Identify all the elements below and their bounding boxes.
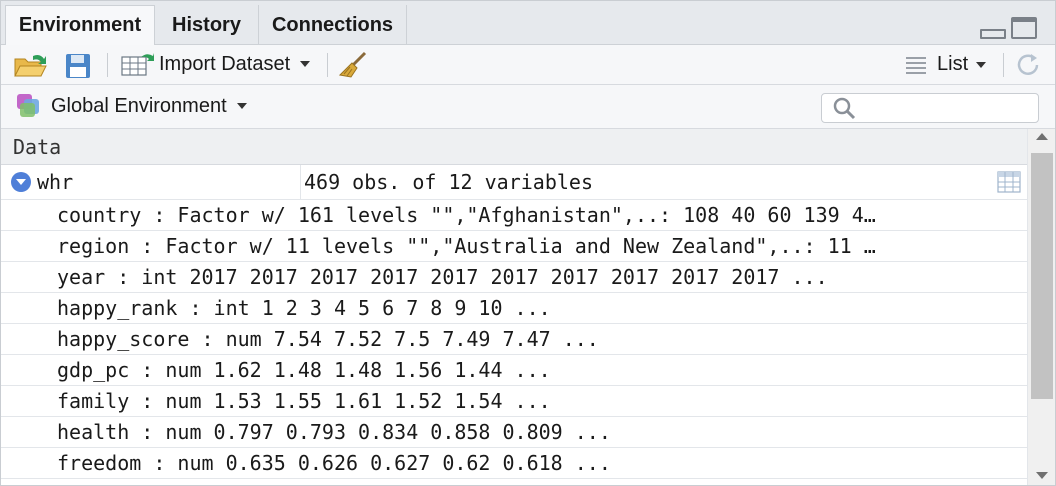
broom-icon	[339, 51, 367, 78]
variable-row: country : Factor w/ 161 levels "","Afgha…	[1, 200, 1027, 231]
import-dataset-button[interactable]: Import Dataset	[121, 51, 311, 77]
environment-dropdown[interactable]: Global Environment	[15, 92, 247, 120]
scrollbar-thumb[interactable]	[1031, 153, 1053, 399]
view-mode-label: List	[937, 53, 969, 75]
import-dataset-label: Import Dataset	[159, 52, 291, 75]
refresh-button[interactable]	[1015, 52, 1043, 78]
object-row-whr[interactable]: whr 469 obs. of 12 variables	[1, 165, 1027, 200]
environment-label: Global Environment	[51, 94, 227, 117]
search-icon	[833, 97, 856, 120]
variable-summary: family : num 1.53 1.55 1.61 1.52 1.54 ..…	[57, 389, 551, 413]
view-data-grid-icon[interactable]	[997, 171, 1021, 193]
chevron-down-icon	[976, 61, 987, 68]
chevron-down-icon	[300, 61, 311, 67]
variable-row: gdp_pc : num 1.62 1.48 1.48 1.56 1.44 ..…	[1, 355, 1027, 386]
variable-row: region : Factor w/ 11 levels "","Austral…	[1, 231, 1027, 262]
tab-history[interactable]: History	[155, 5, 259, 45]
tab-connections[interactable]: Connections	[259, 5, 407, 45]
tab-environment[interactable]: Environment	[5, 5, 155, 46]
maximize-pane-button[interactable]	[1011, 17, 1037, 39]
scroll-up-arrow-icon[interactable]	[1036, 133, 1048, 140]
scroll-down-arrow-icon[interactable]	[1036, 472, 1048, 479]
minimize-pane-button[interactable]	[980, 25, 1006, 39]
vertical-scrollbar[interactable]	[1027, 129, 1055, 485]
search-input[interactable]	[862, 96, 1032, 120]
chevron-down-icon	[236, 103, 247, 109]
import-table-icon	[121, 53, 154, 76]
view-mode-dropdown[interactable]: List	[905, 53, 987, 76]
environment-data-list: Data whr 469 obs. of 12 variables countr…	[1, 129, 1027, 485]
expand-collapse-icon[interactable]	[11, 172, 31, 192]
variable-row: happy_rank : int 1 2 3 4 5 6 7 8 9 10 ..…	[1, 293, 1027, 324]
variable-summary: freedom : num 0.635 0.626 0.627 0.62 0.6…	[57, 451, 611, 475]
environment-pane: Environment History Connections Import D…	[0, 0, 1056, 486]
tab-bar: Environment History Connections	[1, 1, 1055, 46]
variable-summary: happy_rank : int 1 2 3 4 5 6 7 8 9 10 ..…	[57, 296, 551, 320]
floppy-disk-icon	[66, 54, 90, 78]
search-box[interactable]	[821, 93, 1039, 123]
variable-summary: region : Factor w/ 11 levels "","Austral…	[57, 234, 876, 258]
variable-summary: country : Factor w/ 161 levels "","Afgha…	[57, 203, 876, 227]
variable-summary: happy_score : num 7.54 7.52 7.5 7.49 7.4…	[57, 327, 599, 351]
environment-icon	[17, 94, 39, 117]
save-workspace-button[interactable]	[65, 53, 91, 79]
variable-summary: year : int 2017 2017 2017 2017 2017 2017…	[57, 265, 828, 289]
section-header-data: Data	[1, 129, 1027, 165]
variable-row: happy_score : num 7.54 7.52 7.5 7.49 7.4…	[1, 324, 1027, 355]
load-workspace-button[interactable]	[13, 51, 49, 79]
variable-row: freedom : num 0.635 0.626 0.627 0.62 0.6…	[1, 448, 1027, 479]
object-name: whr	[37, 170, 74, 194]
refresh-icon	[1017, 54, 1039, 75]
variable-summary: gdp_pc : num 1.62 1.48 1.48 1.56 1.44 ..…	[57, 358, 551, 382]
variable-row: health : num 0.797 0.793 0.834 0.858 0.8…	[1, 417, 1027, 448]
object-name-cell: whr	[1, 165, 301, 199]
environment-selector-bar: Global Environment	[1, 85, 1055, 129]
toolbar-divider	[1003, 53, 1004, 77]
variable-summary: health : num 0.797 0.793 0.834 0.858 0.8…	[57, 420, 611, 444]
toolbar-divider	[107, 53, 108, 77]
list-icon	[906, 56, 926, 74]
toolbar-divider	[327, 53, 328, 77]
variable-row: year : int 2017 2017 2017 2017 2017 2017…	[1, 262, 1027, 293]
folder-open-icon	[14, 55, 47, 77]
object-description: 469 obs. of 12 variables	[304, 170, 593, 194]
environment-toolbar: Import Dataset List	[1, 45, 1055, 85]
variable-row: family : num 1.53 1.55 1.61 1.52 1.54 ..…	[1, 386, 1027, 417]
clear-workspace-button[interactable]	[339, 51, 369, 79]
